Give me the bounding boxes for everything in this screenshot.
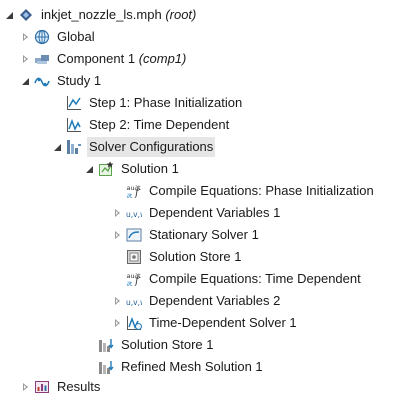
dependent-variables-1-label: Dependent Variables 1 [149,205,281,220]
expand-toggle[interactable] [20,381,30,393]
tree-node-step-1[interactable]: Step 1: Phase Initialization [52,92,244,114]
phase-init-step-icon [66,95,82,111]
solver-configurations-icon [66,139,82,155]
step-2-label: Step 2: Time Dependent [89,117,230,132]
expand-toggle[interactable] [112,207,122,219]
tree-node-solver-configurations[interactable]: Solver Configurations [52,136,216,158]
solution-1-label: Solution 1 [121,161,179,176]
svg-text:au∂t: au∂t [127,184,141,192]
solution-icon [98,161,114,177]
study-label: Study 1 [57,73,102,88]
tree-node-study-1[interactable]: Study 1 [20,70,103,92]
svg-text:u,v,w: u,v,w [126,298,142,307]
expand-toggle[interactable] [112,317,122,329]
solution-store-icon [98,337,114,353]
svg-text:∂t: ∂t [127,280,133,287]
compile-equations-1-label: Compile Equations: Phase Initialization [149,183,374,198]
solver-configurations-label: Solver Configurations [87,137,216,157]
model-builder-tree: inkjet_nozzle_ls.mph (root) Global Compo… [0,0,409,398]
expand-toggle[interactable] [112,229,122,241]
globe-icon [34,29,50,45]
compile-equations-icon: au∂t ∂t f [126,183,142,199]
solution-store-icon [126,249,142,265]
svg-text:u,v,w: u,v,w [126,210,142,219]
svg-text:∂t: ∂t [127,192,133,199]
time-dependent-solver-icon [126,315,142,331]
tree-node-dependent-variables-1[interactable]: u,v,w Dependent Variables 1 [112,202,282,224]
expand-toggle[interactable] [112,295,122,307]
compile-equations-2-label: Compile Equations: Time Dependent [149,271,361,286]
results-icon [34,379,50,395]
tree-node-compile-equations-2[interactable]: au∂t ∂t f Compile Equations: Time Dependen… [112,268,363,290]
refined-mesh-solution-1-label: Refined Mesh Solution 1 [121,359,263,374]
component-icon [34,51,50,67]
tree-node-root[interactable]: inkjet_nozzle_ls.mph (root) [4,4,198,26]
tree-node-solution-store-1-inner[interactable]: Solution Store 1 [112,246,244,268]
expand-toggle[interactable] [4,9,14,21]
tree-node-global[interactable]: Global [20,26,97,48]
stationary-solver-icon [126,227,142,243]
tree-node-time-dependent-solver-1[interactable]: Time-Dependent Solver 1 [112,312,299,334]
results-label: Results [57,379,101,394]
time-dependent-solver-1-label: Time-Dependent Solver 1 [149,315,297,330]
root-label: inkjet_nozzle_ls.mph (root) [41,7,197,22]
tree-node-solution-1[interactable]: Solution 1 [84,158,181,180]
expand-toggle[interactable] [20,31,30,43]
global-label: Global [57,29,95,44]
expand-toggle[interactable] [52,141,62,153]
solution-store-1-inner-label: Solution Store 1 [149,249,242,264]
tree-node-step-2[interactable]: Step 2: Time Dependent [52,114,231,136]
dependent-variables-icon: u,v,w [126,205,142,221]
svg-text:au∂t: au∂t [127,272,141,280]
tree-node-compile-equations-1[interactable]: au∂t ∂t f Compile Equations: Phase Initial… [112,180,376,202]
component-label: Component 1 (comp1) [57,51,187,66]
stationary-solver-1-label: Stationary Solver 1 [149,227,259,242]
tree-node-stationary-solver-1[interactable]: Stationary Solver 1 [112,224,261,246]
model-file-icon [18,7,34,23]
tree-node-dependent-variables-2[interactable]: u,v,w Dependent Variables 2 [112,290,282,312]
step-1-label: Step 1: Phase Initialization [89,95,243,110]
expand-toggle[interactable] [20,75,30,87]
tree-node-results[interactable]: Results [20,376,102,398]
compile-equations-icon: au∂t ∂t f [126,271,142,287]
time-dependent-step-icon [66,117,82,133]
tree-node-solution-store-1-outer[interactable]: Solution Store 1 [84,334,216,356]
refined-mesh-solution-icon [98,359,114,375]
tree-node-component-1[interactable]: Component 1 (comp1) [20,48,188,70]
dependent-variables-2-label: Dependent Variables 2 [149,293,281,308]
dependent-variables-icon: u,v,w [126,293,142,309]
expand-toggle[interactable] [20,53,30,65]
expand-toggle[interactable] [84,163,94,175]
solution-store-1-outer-label: Solution Store 1 [121,337,214,352]
study-icon [34,73,50,89]
tree-node-refined-mesh-solution-1[interactable]: Refined Mesh Solution 1 [84,356,265,378]
